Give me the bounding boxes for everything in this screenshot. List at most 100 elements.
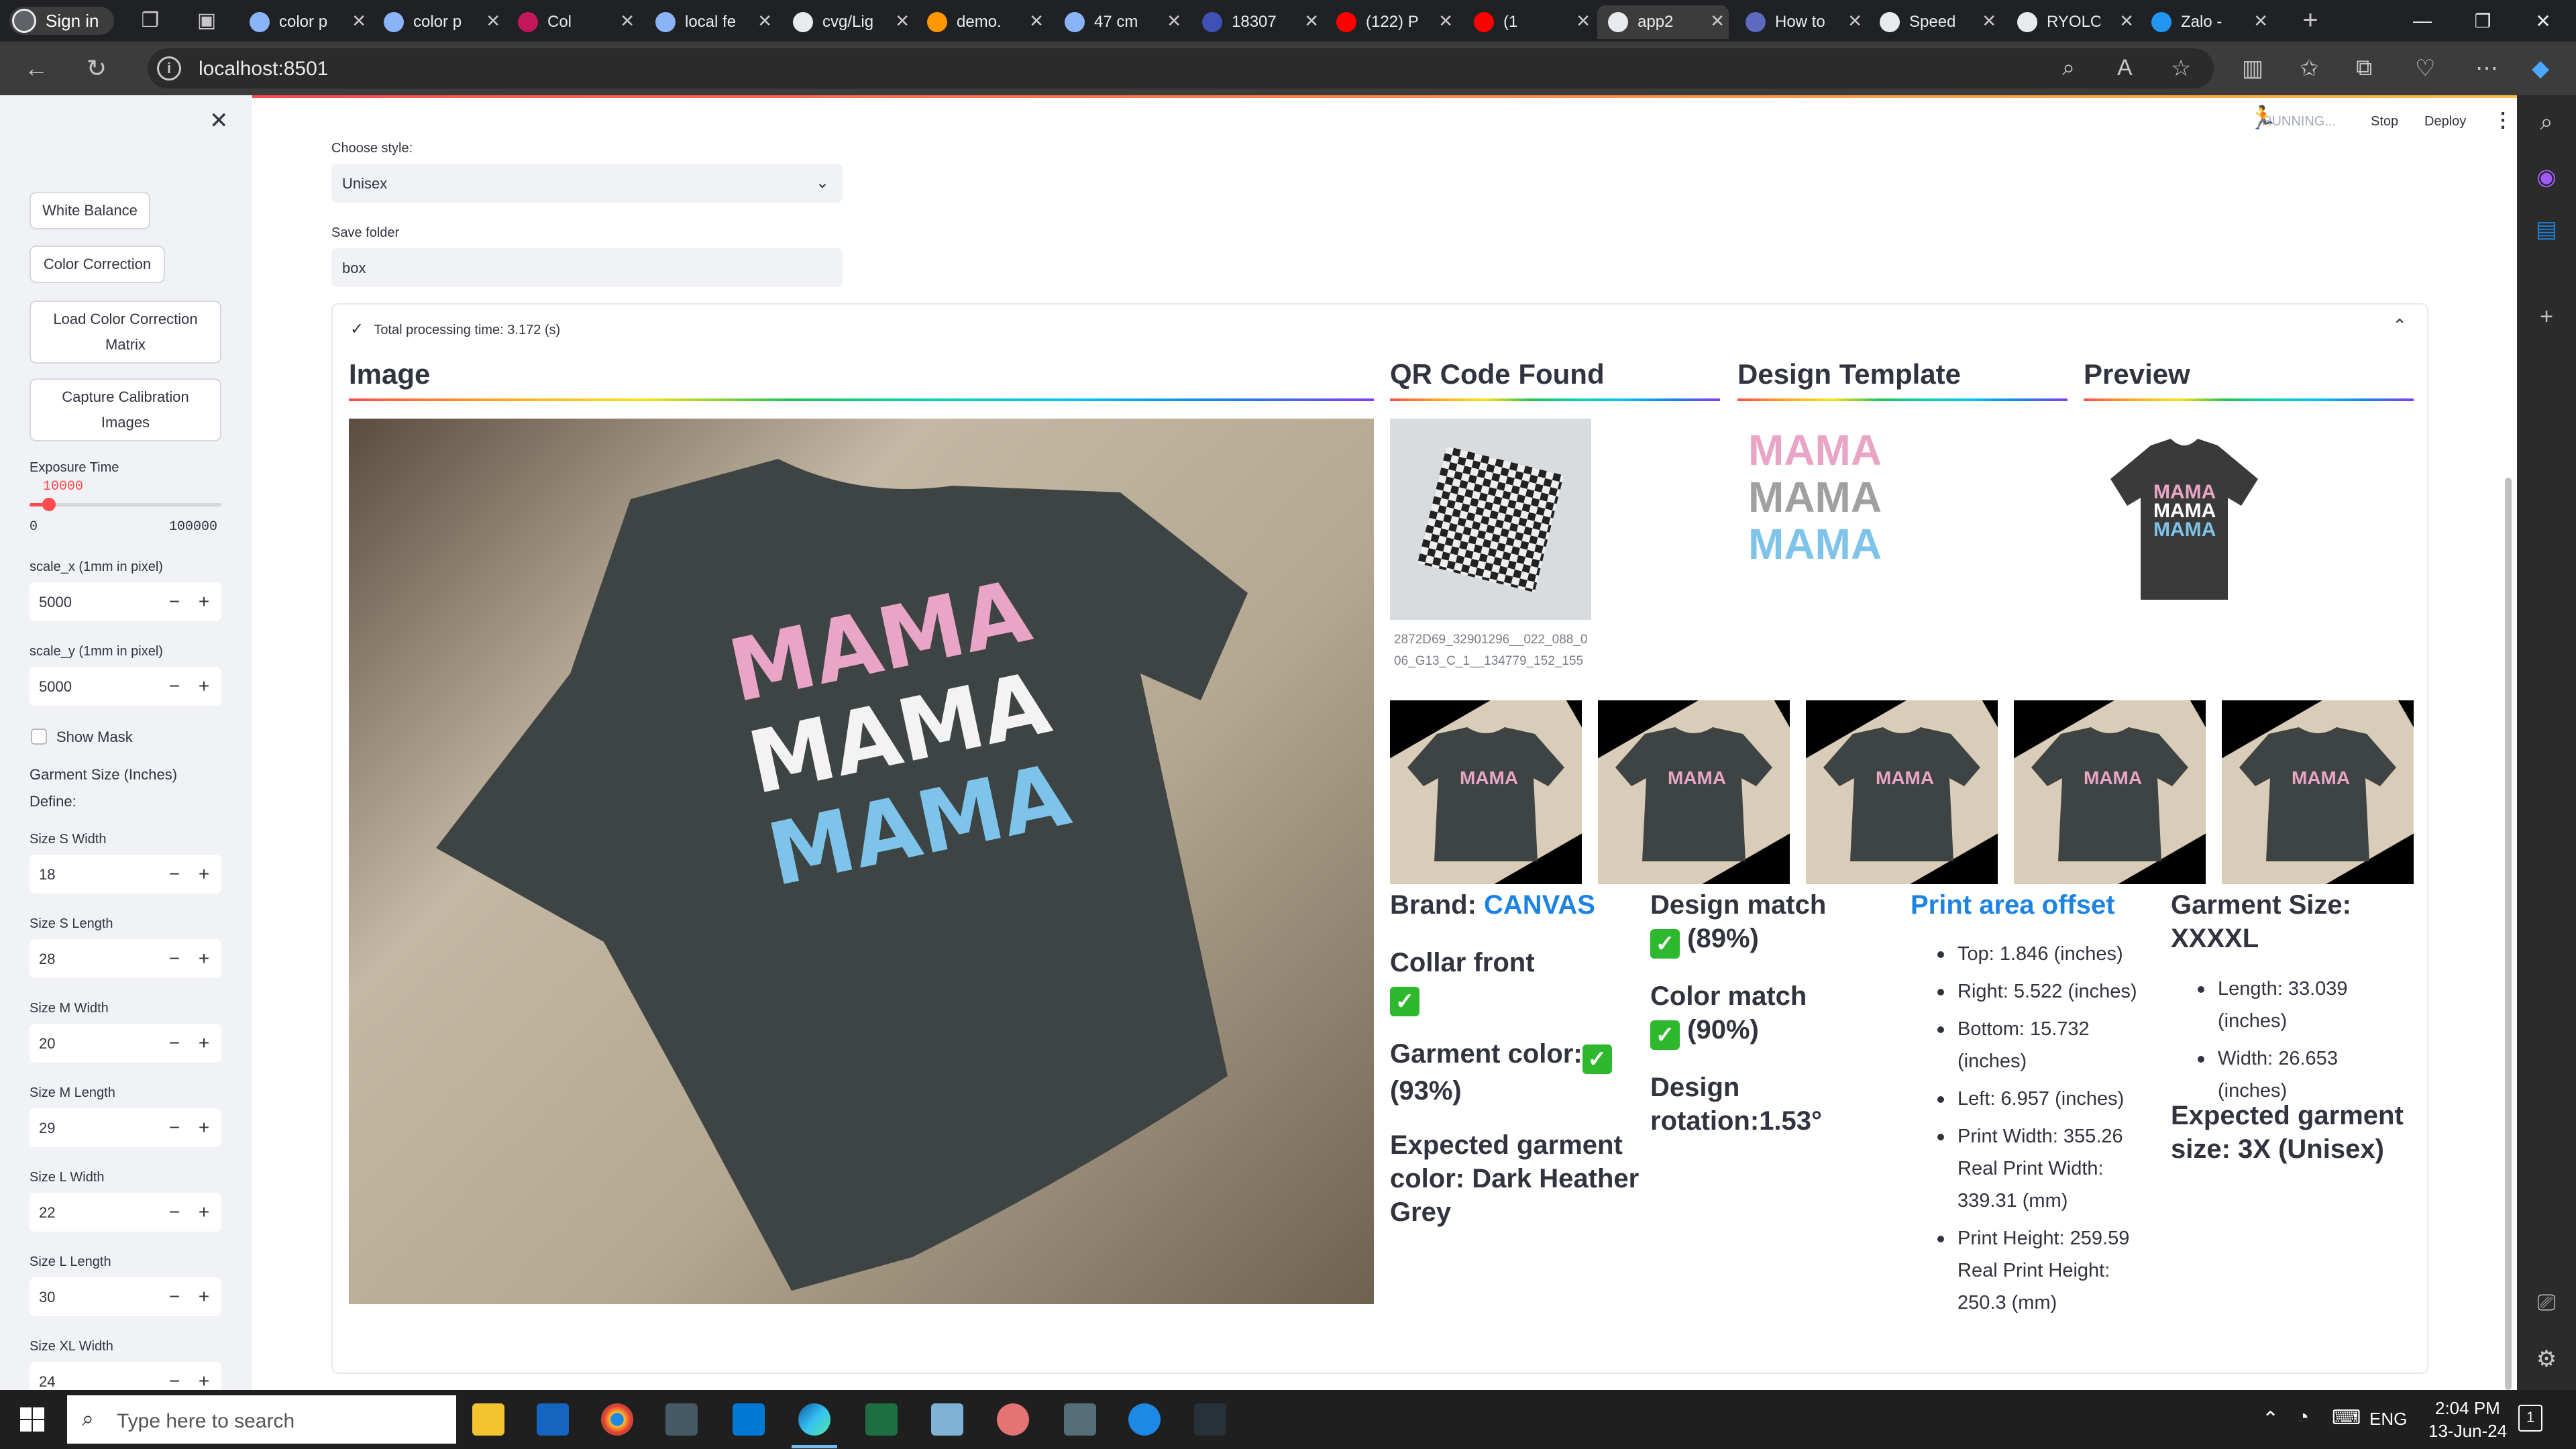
browser-tab[interactable]: (122) P ✕ [1326, 5, 1457, 39]
close-sidebar-icon[interactable]: ✕ [209, 107, 229, 134]
sign-in-button[interactable]: Sign in [9, 7, 114, 35]
close-window-button[interactable]: ✕ [2513, 0, 2573, 42]
stop-button[interactable]: Stop [2371, 114, 2398, 129]
size-decrement-button[interactable]: − [161, 1030, 188, 1056]
size-number-input[interactable]: 22 − + [30, 1193, 221, 1232]
browser-tab[interactable]: 47 cm ✕ [1054, 5, 1185, 39]
scale-x-decrement-button[interactable]: − [161, 589, 188, 614]
tab-close-icon[interactable]: ✕ [1982, 11, 1996, 32]
browser-tab[interactable]: RYOLO ✕ [2006, 5, 2138, 39]
zalo-icon[interactable] [1128, 1403, 1161, 1436]
workspaces-icon[interactable]: ❐ [134, 4, 166, 36]
browser-tab[interactable]: color p ✕ [373, 5, 504, 39]
browser-tab[interactable]: (1 ✕ [1463, 5, 1595, 39]
size-number-input[interactable]: 28 − + [30, 939, 221, 978]
size-number-input[interactable]: 29 − + [30, 1108, 221, 1147]
refresh-icon[interactable]: ↻ [80, 52, 113, 85]
size-decrement-button[interactable]: − [161, 861, 188, 887]
wifi-icon[interactable]: ◔ [2297, 1406, 2309, 1429]
favorites-icon[interactable]: ✩ [2300, 55, 2319, 82]
clock-date[interactable]: 13-Jun-24 [2428, 1421, 2507, 1442]
windows-start-icon[interactable] [20, 1407, 44, 1432]
browser-tab[interactable]: local fe ✕ [645, 5, 776, 39]
read-aloud-icon[interactable]: A [2117, 55, 2133, 81]
language-indicator[interactable]: ENG [2369, 1409, 2407, 1430]
terminal-icon[interactable] [1194, 1403, 1226, 1436]
tab-close-icon[interactable]: ✕ [1167, 11, 1181, 32]
search-icon[interactable]: ⌕ [2533, 109, 2560, 136]
copilot-rail-icon[interactable]: ◉ [2533, 164, 2560, 191]
size-increment-button[interactable]: + [191, 1284, 217, 1309]
size-decrement-button[interactable]: − [161, 1368, 188, 1390]
white-balance-button[interactable]: White Balance [30, 192, 150, 229]
main-menu-icon[interactable]: ⋮ [2493, 109, 2513, 132]
new-tab-button[interactable]: + [2294, 4, 2326, 36]
tab-close-icon[interactable]: ✕ [757, 11, 772, 32]
tab-close-icon[interactable]: ✕ [2253, 11, 2268, 32]
capture-calibration-button[interactable]: Capture Calibration Images [30, 378, 221, 441]
scale-x-increment-button[interactable]: + [191, 589, 217, 614]
size-increment-button[interactable]: + [191, 1030, 217, 1056]
store-icon[interactable] [537, 1403, 569, 1436]
size-number-input[interactable]: 24 − + [30, 1362, 221, 1390]
more-menu-icon[interactable]: ⋯ [2475, 55, 2498, 82]
browser-tab[interactable]: Zalo - ✕ [2141, 5, 2272, 39]
outlook-icon[interactable]: ▤ [2533, 216, 2560, 243]
size-increment-button[interactable]: + [191, 1368, 217, 1390]
browser-tab[interactable]: cvg/Lig ✕ [782, 5, 914, 39]
scale-y-decrement-button[interactable]: − [161, 674, 188, 699]
color-correction-button[interactable]: Color Correction [30, 246, 165, 283]
edge-icon[interactable] [798, 1403, 830, 1436]
copilot-icon[interactable]: ◆ [2532, 55, 2549, 82]
tab-close-icon[interactable]: ✕ [620, 11, 635, 32]
restore-button[interactable]: ❐ [2453, 0, 2513, 42]
tab-close-icon[interactable]: ✕ [1029, 11, 1044, 32]
screenshot-icon[interactable]: ⎚ [2533, 1289, 2560, 1316]
size-increment-button[interactable]: + [191, 861, 217, 887]
split-screen-icon[interactable]: ▥ [2242, 55, 2263, 82]
vertical-tabs-icon[interactable]: ▣ [191, 4, 223, 36]
settings-gear-icon[interactable]: ⚙ [2533, 1346, 2560, 1373]
load-matrix-button[interactable]: Load Color Correction Matrix [30, 301, 221, 364]
clock-time[interactable]: 2:04 PM [2435, 1398, 2500, 1419]
show-mask-checkbox[interactable] [31, 729, 47, 745]
tab-close-icon[interactable]: ✕ [352, 11, 366, 32]
taskbar-search-box[interactable]: ⌕ Type here to search [67, 1395, 456, 1444]
site-info-icon[interactable]: i [157, 56, 181, 80]
size-number-input[interactable]: 20 − + [30, 1024, 221, 1063]
scale-y-increment-button[interactable]: + [191, 674, 217, 699]
size-increment-button[interactable]: + [191, 946, 217, 971]
paint-icon[interactable] [931, 1403, 963, 1436]
chrome-icon[interactable] [601, 1403, 633, 1436]
tab-close-icon[interactable]: ✕ [1710, 11, 1725, 32]
size-number-input[interactable]: 30 − + [30, 1277, 221, 1316]
scale-y-input[interactable]: 5000 − + [30, 667, 221, 706]
page-scrollbar[interactable] [2505, 478, 2512, 1390]
keyboard-icon[interactable]: ⌨ [2332, 1406, 2361, 1430]
tab-close-icon[interactable]: ✕ [1304, 11, 1319, 32]
exposure-slider-track[interactable] [30, 498, 221, 511]
size-number-input[interactable]: 18 − + [30, 855, 221, 894]
notification-icon[interactable]: 1 [2518, 1405, 2542, 1432]
scale-x-input[interactable]: 5000 − + [30, 582, 221, 621]
tab-close-icon[interactable]: ✕ [1438, 11, 1453, 32]
back-icon[interactable]: ← [20, 52, 52, 85]
browser-tab[interactable]: 18307 ✕ [1191, 5, 1323, 39]
style-select[interactable]: Unisex ⌄ [331, 164, 843, 203]
favorite-star-icon[interactable]: ☆ [2171, 55, 2191, 82]
browser-tab[interactable]: color p ✕ [239, 5, 370, 39]
tab-close-icon[interactable]: ✕ [486, 11, 500, 32]
size-increment-button[interactable]: + [191, 1199, 217, 1225]
show-hidden-icons-icon[interactable]: ⌃ [2262, 1407, 2279, 1431]
vscode-icon[interactable] [733, 1403, 765, 1436]
save-folder-input[interactable]: box [331, 248, 843, 287]
excel-icon[interactable] [865, 1403, 898, 1436]
file-explorer-icon[interactable] [472, 1403, 504, 1436]
tab-close-icon[interactable]: ✕ [1847, 11, 1862, 32]
size-decrement-button[interactable]: − [161, 1199, 188, 1225]
zoom-icon[interactable]: ⌕ [2062, 55, 2075, 81]
calculator-icon[interactable] [1064, 1403, 1096, 1436]
browser-tab[interactable]: Speed ✕ [1869, 5, 2000, 39]
exposure-slider-handle[interactable] [42, 498, 56, 511]
size-decrement-button[interactable]: − [161, 946, 188, 971]
